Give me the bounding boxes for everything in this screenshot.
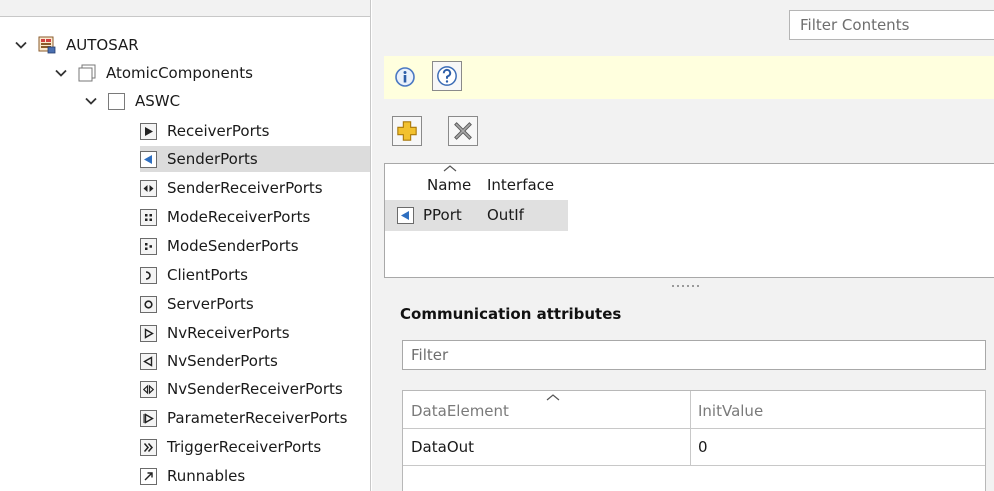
tree-item-trigger-receiver-ports[interactable]: TriggerReceiverPorts	[140, 434, 370, 460]
component-icon	[108, 92, 125, 110]
tree-item-label: ParameterReceiverPorts	[167, 409, 348, 427]
chevron-down-icon[interactable]	[84, 94, 98, 108]
runnable-icon	[140, 467, 157, 485]
sender-port-icon	[397, 207, 414, 224]
ports-toolbar	[384, 112, 484, 152]
tree-item-mode-receiver-ports[interactable]: ModeReceiverPorts	[140, 204, 370, 230]
tree-node-atomic-components[interactable]: AtomicComponents	[54, 60, 253, 86]
tree-item-label: ModeReceiverPorts	[167, 208, 311, 226]
sender-receiver-port-icon	[140, 179, 157, 197]
chevron-down-icon[interactable]	[14, 38, 28, 52]
tree-item-label: SenderPorts	[167, 150, 258, 168]
horizontal-splitter-grip[interactable]	[672, 285, 702, 288]
sender-port-icon	[140, 150, 157, 168]
tree-item-label: NvReceiverPorts	[167, 324, 290, 342]
column-header-initvalue[interactable]: InitValue	[698, 402, 763, 420]
tree-item-nv-receiver-ports[interactable]: NvReceiverPorts	[140, 320, 370, 346]
attributes-table: DataElement InitValue DataOut 0	[402, 390, 986, 491]
mode-sender-port-icon	[140, 237, 157, 255]
tree-item-runnables[interactable]: Runnables	[140, 463, 370, 489]
tree-label-atomic-components: AtomicComponents	[106, 64, 253, 82]
properties-panel: Filter Contents Name Interface PPort Out…	[372, 0, 994, 491]
port-interface-cell: OutIf	[487, 206, 524, 224]
add-icon[interactable]	[392, 116, 422, 146]
receiver-port-icon	[140, 122, 157, 140]
tree-label-aswc: ASWC	[135, 92, 181, 110]
tree-item-nv-sender-receiver-ports[interactable]: NvSenderReceiverPorts	[140, 376, 370, 402]
tree-header	[0, 0, 370, 17]
row-divider	[403, 465, 985, 466]
port-name-cell: PPort	[423, 206, 462, 224]
column-header-name[interactable]: Name	[427, 164, 471, 199]
tree-item-label: ClientPorts	[167, 266, 248, 284]
tree-item-label: SenderReceiverPorts	[167, 179, 323, 197]
tree-item-label: Runnables	[167, 467, 246, 485]
tree-panel: AUTOSAR AtomicComponents ASWC ReceiverPo…	[0, 0, 371, 491]
folder-icon	[78, 64, 96, 82]
tree-node-autosar[interactable]: AUTOSAR	[14, 32, 139, 58]
delete-icon[interactable]	[448, 116, 478, 146]
tree-item-receiver-ports[interactable]: ReceiverPorts	[140, 118, 370, 144]
column-header-interface[interactable]: Interface	[487, 164, 554, 199]
data-element-cell[interactable]: DataOut	[411, 438, 474, 456]
nv-sender-receiver-port-icon	[140, 380, 157, 398]
tree-item-label: NvSenderReceiverPorts	[167, 380, 343, 398]
tree-label-autosar: AUTOSAR	[66, 36, 139, 54]
autosar-package-icon	[38, 36, 56, 54]
tree-item-sender-ports[interactable]: SenderPorts	[140, 146, 370, 172]
trigger-receiver-port-icon	[140, 438, 157, 456]
tree-item-label: ModeSenderPorts	[167, 237, 299, 255]
tree-item-sender-receiver-ports[interactable]: SenderReceiverPorts	[140, 175, 370, 201]
init-value-cell[interactable]: 0	[698, 438, 708, 456]
server-port-icon	[140, 295, 157, 313]
parameter-receiver-port-icon	[140, 409, 157, 427]
filter-contents-input[interactable]: Filter Contents	[789, 10, 994, 40]
help-icon[interactable]	[432, 61, 462, 91]
column-header-dataelement[interactable]: DataElement	[411, 402, 509, 420]
info-bar	[384, 56, 994, 99]
tree-item-parameter-receiver-ports[interactable]: ParameterReceiverPorts	[140, 405, 370, 431]
table-row[interactable]: PPort OutIf	[385, 200, 568, 231]
nv-sender-port-icon	[140, 352, 157, 370]
tree-item-mode-sender-ports[interactable]: ModeSenderPorts	[140, 233, 370, 259]
attributes-header-row: DataElement InitValue	[403, 391, 985, 428]
tree-item-nv-sender-ports[interactable]: NvSenderPorts	[140, 348, 370, 374]
communication-attributes-title: Communication attributes	[400, 305, 622, 323]
ports-table: Name Interface PPort OutIf	[384, 163, 994, 278]
tree-item-label: ServerPorts	[167, 295, 254, 313]
tree-item-label: TriggerReceiverPorts	[167, 438, 322, 456]
tree-node-aswc[interactable]: ASWC	[84, 88, 180, 114]
tree-item-label: NvSenderPorts	[167, 352, 278, 370]
info-icon[interactable]	[390, 62, 420, 92]
tree-item-client-ports[interactable]: ClientPorts	[140, 262, 370, 288]
tree-item-label: ReceiverPorts	[167, 122, 270, 140]
client-port-icon	[140, 266, 157, 284]
tree-item-server-ports[interactable]: ServerPorts	[140, 291, 370, 317]
attribute-filter-input[interactable]: Filter	[402, 340, 986, 370]
nv-receiver-port-icon	[140, 324, 157, 342]
mode-receiver-port-icon	[140, 208, 157, 226]
column-divider	[690, 391, 691, 465]
chevron-down-icon[interactable]	[54, 66, 68, 80]
table-row[interactable]: DataOut 0	[403, 429, 985, 466]
